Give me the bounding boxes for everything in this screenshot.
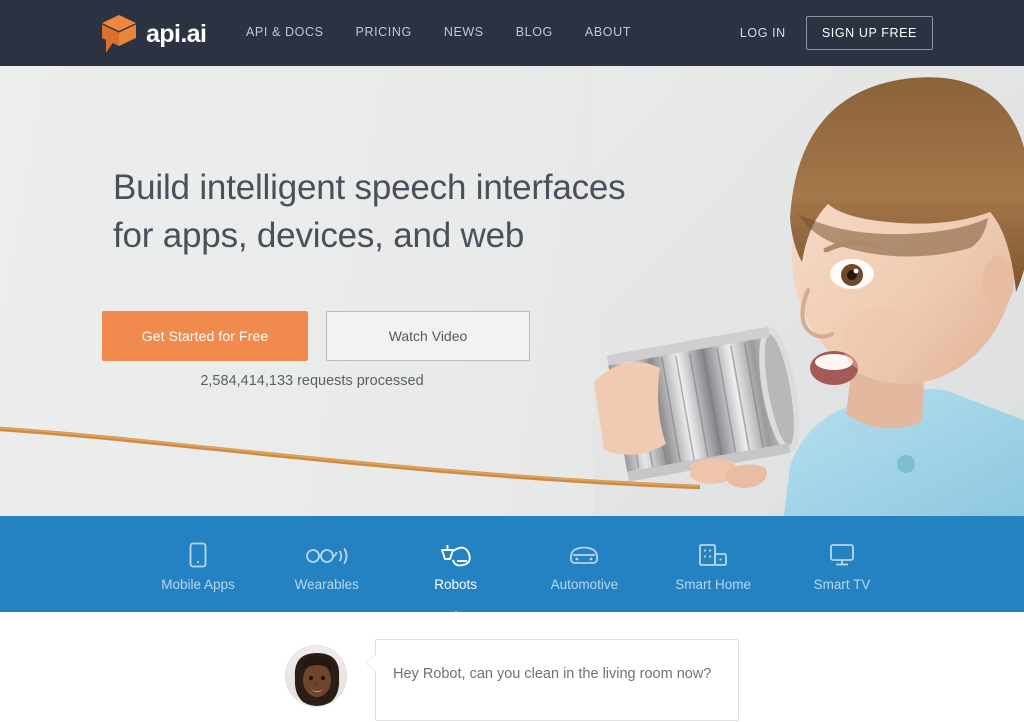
chat-message-text: Hey Robot, can you clean in the living r… <box>393 666 712 682</box>
login-link[interactable]: LOG IN <box>740 26 786 40</box>
tab-smart-home[interactable]: Smart Home <box>675 542 751 592</box>
nav-item-news[interactable]: NEWS <box>444 25 484 39</box>
monitor-icon <box>829 542 855 568</box>
buildings-icon <box>698 542 728 568</box>
main-nav: API & DOCS PRICING NEWS BLOG ABOUT <box>246 25 631 39</box>
watch-video-button[interactable]: Watch Video <box>326 311 530 361</box>
tab-label: Mobile Apps <box>161 577 235 592</box>
platform-tabs: Mobile Apps Wearables Robots Automotive … <box>160 516 880 620</box>
get-started-button[interactable]: Get Started for Free <box>102 311 308 361</box>
tab-label: Smart Home <box>675 577 752 592</box>
hero-photo-boy-tin-can <box>594 66 1024 516</box>
bubble-tail-fill <box>366 654 377 672</box>
car-icon <box>569 542 599 568</box>
hero-section: Build intelligent speech interfaces for … <box>0 66 1024 516</box>
tab-wearables[interactable]: Wearables <box>289 542 365 592</box>
chat-bubble: Hey Robot, can you clean in the living r… <box>365 639 739 721</box>
hero-copy: Build intelligent speech interfaces for … <box>113 164 626 261</box>
nav-item-pricing[interactable]: PRICING <box>356 25 412 39</box>
logo[interactable]: api.ai <box>99 13 207 55</box>
cta-row: Get Started for Free Watch Video <box>102 311 530 361</box>
api-ai-cube-logo-icon <box>99 13 139 55</box>
avatar <box>285 645 347 707</box>
tab-mobile-apps[interactable]: Mobile Apps <box>160 542 236 592</box>
tab-label: Wearables <box>294 577 359 592</box>
mobile-phone-icon <box>188 542 208 568</box>
logo-text: api.ai <box>146 19 207 48</box>
requests-processed-counter: 2,584,414,133 requests processed <box>200 373 424 389</box>
tab-label: Robots <box>434 577 477 592</box>
chat-demo: Hey Robot, can you clean in the living r… <box>0 612 1024 722</box>
nav-item-about[interactable]: ABOUT <box>585 25 631 39</box>
robot-arm-icon <box>439 542 473 568</box>
nav-item-api-docs[interactable]: API & DOCS <box>246 25 324 39</box>
tab-smart-tv[interactable]: Smart TV <box>804 542 880 592</box>
headline-line-1: Build intelligent speech interfaces <box>113 168 626 207</box>
tab-label: Automotive <box>550 577 619 592</box>
tab-label: Smart TV <box>813 577 871 592</box>
site-header: api.ai API & DOCS PRICING NEWS BLOG ABOU… <box>0 0 1024 66</box>
platform-tabbar: Mobile Apps Wearables Robots Automotive … <box>0 516 1024 620</box>
smart-glasses-icon <box>305 542 349 568</box>
tab-robots[interactable]: Robots <box>418 542 494 620</box>
headline-line-2: for apps, devices, and web <box>113 216 525 256</box>
page-title: Build intelligent speech interfaces for … <box>113 164 626 261</box>
signup-free-button[interactable]: SIGN UP FREE <box>805 16 933 50</box>
tab-automotive[interactable]: Automotive <box>546 542 622 592</box>
auth-area: LOG IN SIGN UP FREE <box>740 16 933 50</box>
nav-item-blog[interactable]: BLOG <box>516 25 553 39</box>
